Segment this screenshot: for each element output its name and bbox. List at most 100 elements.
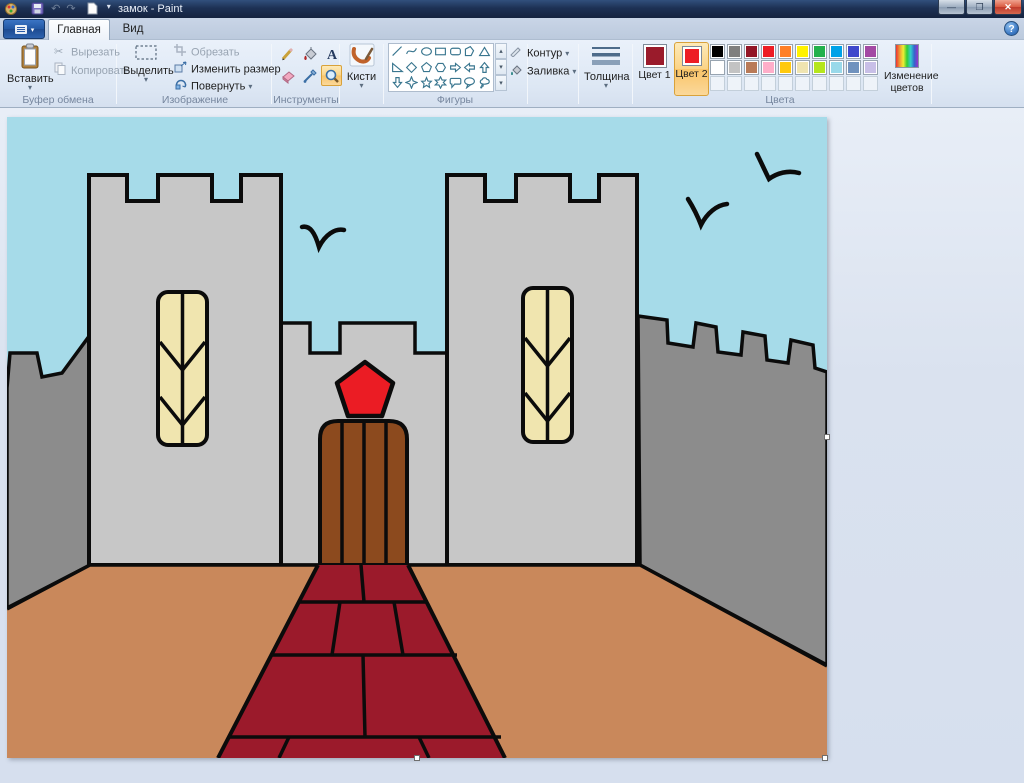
shapes-more-button[interactable]: ▾ [495, 75, 507, 91]
rotate-button[interactable]: Повернуть▾ [174, 78, 252, 94]
shape-cloud-callout-icon[interactable] [477, 75, 492, 90]
paste-button[interactable]: Вставить ▾ [6, 42, 54, 96]
save-icon[interactable] [31, 2, 44, 18]
chevron-down-icon: ▾ [572, 67, 576, 76]
copy-icon [54, 62, 68, 80]
palette-empty-slot[interactable] [863, 76, 878, 91]
edit-colors-button[interactable]: Изменение цветов [884, 42, 930, 98]
crop-button[interactable]: Обрезать [174, 44, 240, 60]
outline-button[interactable]: Контур▾ [510, 45, 569, 61]
palette-color-swatch[interactable] [795, 60, 810, 75]
resize-label: Изменить размер [191, 63, 281, 75]
shape-rounded-rectangle-icon[interactable] [448, 44, 463, 59]
shape-down-arrow-icon[interactable] [390, 75, 405, 90]
pencil-tool[interactable] [277, 43, 298, 64]
shape-five-point-star-icon[interactable] [419, 75, 434, 90]
palette-color-swatch[interactable] [761, 44, 776, 59]
palette-color-swatch[interactable] [795, 44, 810, 59]
palette-color-swatch[interactable] [727, 44, 742, 59]
help-icon[interactable]: ? [1004, 21, 1019, 36]
size-button[interactable]: Толщина ▾ [583, 42, 629, 96]
tab-home[interactable]: Главная [48, 19, 110, 40]
magnifier-tool[interactable] [321, 65, 342, 86]
palette-empty-slot[interactable] [829, 76, 844, 91]
copy-button[interactable]: Копировать [54, 62, 130, 78]
shape-right-triangle-icon[interactable] [390, 60, 405, 75]
palette-color-swatch[interactable] [710, 60, 725, 75]
shape-oval-callout-icon[interactable] [463, 75, 478, 90]
shape-line-icon[interactable] [390, 44, 405, 59]
close-button[interactable]: ✕ [994, 0, 1022, 15]
shape-up-arrow-icon[interactable] [477, 60, 492, 75]
chevron-down-icon: ▾ [31, 27, 35, 34]
shapes-scroll-up[interactable]: ▴ [495, 43, 507, 59]
palette-empty-slot[interactable] [812, 76, 827, 91]
preview-page-icon[interactable] [87, 2, 98, 18]
undo-icon[interactable]: ↶ [51, 2, 60, 15]
fill-style-label: Заливка [527, 65, 569, 77]
select-button[interactable]: Выделить ▾ [122, 42, 170, 96]
canvas-resize-handle-bottom[interactable] [414, 755, 420, 761]
palette-color-swatch[interactable] [744, 60, 759, 75]
palette-empty-slot[interactable] [761, 76, 776, 91]
palette-color-swatch[interactable] [778, 44, 793, 59]
shape-six-point-star-icon[interactable] [434, 75, 449, 90]
shape-diamond-icon[interactable] [405, 60, 420, 75]
fill-style-button[interactable]: Заливка▾ [510, 63, 576, 79]
color-picker-tool[interactable] [299, 65, 320, 86]
minimize-button[interactable]: — [938, 0, 965, 15]
shape-right-arrow-icon[interactable] [448, 60, 463, 75]
redo-icon[interactable]: ↷ [66, 2, 75, 15]
palette-color-swatch[interactable] [761, 60, 776, 75]
shape-polygon-icon[interactable] [463, 44, 478, 59]
palette-color-swatch[interactable] [727, 60, 742, 75]
file-menu-button[interactable]: ▾ [3, 19, 45, 39]
chevron-down-icon: ▾ [248, 82, 252, 91]
palette-empty-slot[interactable] [795, 76, 810, 91]
shape-rounded-callout-icon[interactable] [448, 75, 463, 90]
shape-triangle-icon[interactable] [477, 44, 492, 59]
canvas-resize-handle-corner[interactable] [822, 755, 828, 761]
palette-color-swatch[interactable] [829, 44, 844, 59]
drawing-canvas[interactable] [7, 117, 827, 758]
shape-pentagon-icon[interactable] [419, 60, 434, 75]
palette-empty-slot[interactable] [778, 76, 793, 91]
palette-color-swatch[interactable] [778, 60, 793, 75]
palette-empty-slot[interactable] [727, 76, 742, 91]
shape-curve-icon[interactable] [405, 44, 420, 59]
shape-four-point-star-icon[interactable] [405, 75, 420, 90]
shape-hexagon-icon[interactable] [434, 60, 449, 75]
title-bar: ↶ ↷ ▾ замок - Paint — ❐ ✕ [0, 0, 1024, 18]
brushes-button[interactable]: Кисти ▾ [342, 42, 381, 96]
color2-button[interactable]: Цвет 2 [674, 42, 709, 96]
paint-logo-icon[interactable] [4, 2, 18, 18]
color1-button[interactable]: Цвет 1 [637, 42, 672, 96]
palette-empty-slot[interactable] [846, 76, 861, 91]
shapes-scroll-down[interactable]: ▾ [495, 59, 507, 75]
palette-empty-slot[interactable] [710, 76, 725, 91]
canvas-resize-handle-right[interactable] [824, 434, 830, 440]
palette-color-swatch[interactable] [812, 60, 827, 75]
palette-color-swatch[interactable] [863, 60, 878, 75]
palette-color-swatch[interactable] [710, 44, 725, 59]
fill-tool[interactable] [299, 43, 320, 64]
tab-view[interactable]: Вид [110, 19, 156, 40]
text-tool[interactable]: A [321, 43, 342, 64]
chevron-down-icon: ▾ [565, 49, 569, 58]
restore-button[interactable]: ❐ [966, 0, 993, 15]
qat-customize-icon[interactable]: ▾ [107, 2, 111, 11]
crop-icon [174, 44, 188, 61]
palette-color-swatch[interactable] [744, 44, 759, 59]
palette-color-swatch[interactable] [812, 44, 827, 59]
shape-ellipse-icon[interactable] [419, 44, 434, 59]
cut-button[interactable]: ✂Вырезать [54, 45, 120, 61]
palette-color-swatch[interactable] [829, 60, 844, 75]
eraser-tool[interactable] [277, 65, 298, 86]
resize-button[interactable]: Изменить размер [174, 61, 281, 77]
palette-color-swatch[interactable] [863, 44, 878, 59]
palette-color-swatch[interactable] [846, 60, 861, 75]
palette-color-swatch[interactable] [846, 44, 861, 59]
shape-left-arrow-icon[interactable] [463, 60, 478, 75]
shape-rectangle-icon[interactable] [434, 44, 449, 59]
palette-empty-slot[interactable] [744, 76, 759, 91]
